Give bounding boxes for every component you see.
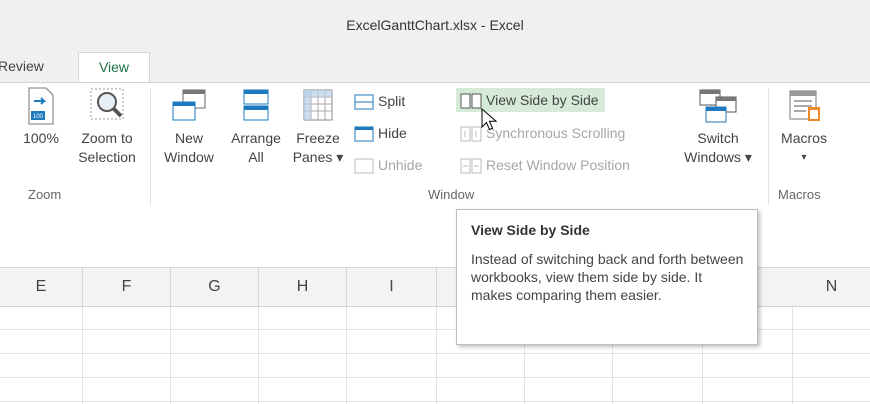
switch-windows-icon <box>699 89 737 123</box>
column-header[interactable]: E <box>0 268 83 306</box>
tab-review-label: Review <box>0 58 44 74</box>
reset-window-position-button[interactable]: Reset Window Position <box>460 153 630 177</box>
reset-window-position-label: Reset Window Position <box>486 157 630 173</box>
tab-view[interactable]: View <box>78 52 150 83</box>
arrange-all-label-1: Arrange <box>231 130 281 146</box>
macros-button[interactable]: Macros ▾ <box>772 87 836 167</box>
hide-label: Hide <box>378 125 407 141</box>
tab-view-label: View <box>98 59 130 75</box>
split-button[interactable]: Split <box>354 89 405 113</box>
group-label-macros: Macros <box>778 187 821 202</box>
freeze-panes-label-1: Freeze <box>296 130 340 146</box>
column-header[interactable]: N <box>793 268 870 306</box>
zoom-to-label-2: Selection <box>78 149 136 165</box>
zoom-100-icon: 100 <box>28 87 54 125</box>
freeze-panes-button[interactable]: Freeze Panes ▾ <box>288 87 348 167</box>
unhide-label: Unhide <box>378 157 423 173</box>
split-label: Split <box>378 93 406 109</box>
freeze-panes-icon <box>303 89 333 121</box>
tooltip: View Side by Side Instead of switching b… <box>456 209 758 345</box>
view-side-by-side-button[interactable]: View Side by Side <box>456 88 605 112</box>
new-window-label-1: New <box>174 130 203 146</box>
synchronous-scrolling-label: Synchronous Scrolling <box>486 125 626 141</box>
ribbon-tab-row: Review View <box>0 48 870 83</box>
column-header[interactable]: G <box>171 268 259 306</box>
zoom-100-button[interactable]: 100 100% <box>18 87 64 148</box>
arrange-all-button[interactable]: Arrange All <box>224 87 288 167</box>
zoom-100-label: 100% <box>23 130 59 146</box>
zoom-to-selection-button[interactable]: Zoom to Selection <box>70 87 144 167</box>
macros-label-1: Macros <box>781 130 827 146</box>
magnifier-icon <box>90 88 124 120</box>
mouse-cursor-icon <box>481 108 497 131</box>
column-header[interactable]: H <box>259 268 347 306</box>
column-header[interactable]: F <box>83 268 171 306</box>
unhide-button[interactable]: Unhide <box>354 153 422 177</box>
switch-windows-button[interactable]: Switch Windows ▾ <box>672 87 764 167</box>
synchronous-scrolling-icon <box>460 126 482 142</box>
hide-button[interactable]: Hide <box>354 121 407 145</box>
svg-text:100: 100 <box>33 114 44 120</box>
tooltip-title: View Side by Side <box>471 222 590 238</box>
switch-windows-label-1: Switch <box>697 130 739 146</box>
view-side-by-side-icon <box>460 93 482 109</box>
tab-review[interactable]: Review <box>0 52 56 82</box>
freeze-panes-label-2: Panes ▾ <box>292 149 344 165</box>
group-label-window: Window <box>428 187 475 202</box>
column-header[interactable]: I <box>347 268 437 306</box>
group-separator <box>150 89 151 205</box>
new-window-label-2: Window <box>164 149 214 165</box>
reset-window-position-icon <box>460 158 482 174</box>
ribbon: 100 100% Zoom to Selection Zoom New Wind… <box>0 82 870 212</box>
zoom-to-label-1: Zoom to <box>81 130 133 146</box>
macros-label-2: ▾ <box>801 152 807 163</box>
hide-icon <box>354 126 374 142</box>
new-window-icon <box>172 89 206 121</box>
split-icon <box>354 94 374 110</box>
new-window-button[interactable]: New Window <box>156 87 222 167</box>
title-bar: ExcelGanttChart.xlsx - Excel <box>0 0 870 48</box>
group-label-zoom: Zoom <box>28 187 62 202</box>
group-separator <box>768 89 769 205</box>
switch-windows-label-2: Windows ▾ <box>684 149 752 165</box>
macros-icon <box>789 90 820 121</box>
unhide-icon <box>354 158 374 174</box>
arrange-all-label-2: All <box>248 149 264 165</box>
arrange-all-icon <box>243 89 269 121</box>
window-title: ExcelGanttChart.xlsx - Excel <box>346 17 524 33</box>
view-side-by-side-label: View Side by Side <box>486 92 599 108</box>
tooltip-body: Instead of switching back and forth betw… <box>471 251 744 303</box>
